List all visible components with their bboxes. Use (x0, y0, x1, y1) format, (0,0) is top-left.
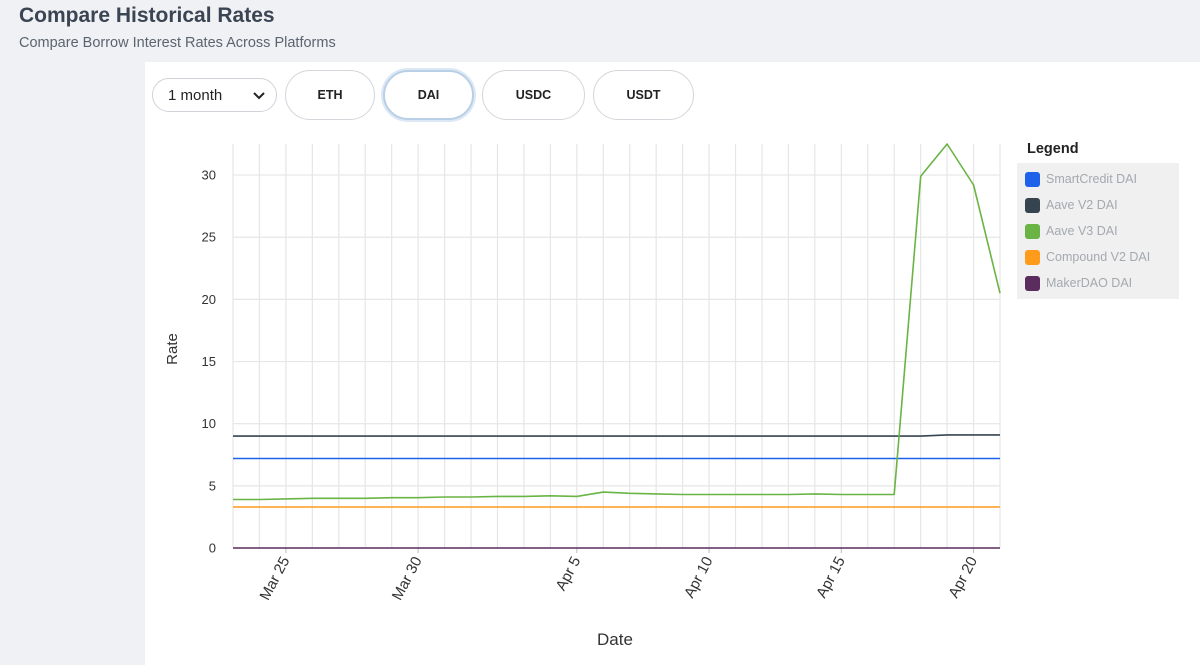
x-axis-ticks: Mar 25 Mar 30 Apr 5 Apr 10 Apr 15 Apr 20 (256, 548, 981, 603)
legend-item-aave-v2[interactable]: Aave V2 DAI (1025, 195, 1118, 215)
legend: SmartCredit DAI Aave V2 DAI Aave V3 DAI … (1017, 163, 1179, 299)
x-tick-label: Apr 5 (553, 554, 585, 594)
page-subtitle: Compare Borrow Interest Rates Across Pla… (19, 35, 336, 51)
x-tick-label: Mar 25 (256, 554, 293, 603)
legend-swatch (1025, 275, 1040, 291)
token-button-label: USDT (626, 88, 661, 102)
legend-item-aave-v3[interactable]: Aave V3 DAI (1025, 221, 1118, 241)
chart-panel: 0 5 10 15 20 25 30 Mar 25 Mar 30 Apr 5 Apr 10 Apr … (145, 62, 1200, 665)
legend-label: Aave V2 DAI (1046, 198, 1118, 212)
legend-item-makerdao[interactable]: MakerDAO DAI (1025, 273, 1132, 293)
x-tick-label: Apr 15 (813, 554, 849, 601)
y-axis-label: Rate (164, 333, 181, 365)
x-tick-label: Apr 20 (945, 554, 981, 601)
legend-item-compound-v2[interactable]: Compound V2 DAI (1025, 247, 1150, 267)
grid-lines (232, 144, 1001, 549)
x-axis-label: Date (597, 630, 633, 649)
token-button-usdc[interactable]: USDC (482, 70, 585, 120)
period-select-value: 1 month (168, 86, 223, 104)
legend-swatch (1025, 197, 1040, 213)
legend-label: SmartCredit DAI (1046, 172, 1137, 186)
legend-label: Compound V2 DAI (1046, 250, 1151, 264)
y-tick-label: 10 (202, 416, 216, 431)
legend-swatch (1025, 223, 1040, 239)
series-line-aave-v2-dai (233, 434, 1000, 437)
legend-item-smartcredit[interactable]: SmartCredit DAI (1025, 169, 1137, 189)
token-button-label: DAI (417, 88, 440, 102)
y-tick-label: 5 (209, 478, 216, 493)
series-line-aave-v3-dai (233, 143, 1001, 501)
x-tick-label: Apr 10 (681, 554, 717, 601)
period-select[interactable]: 1 month (152, 78, 277, 112)
legend-swatch (1025, 249, 1040, 265)
legend-label: MakerDAO DAI (1046, 276, 1133, 290)
token-button-label: USDC (515, 88, 552, 102)
series-lines (233, 143, 1001, 549)
y-tick-label: 25 (202, 230, 216, 245)
token-button-dai[interactable]: DAI (383, 70, 474, 120)
y-tick-label: 20 (202, 292, 216, 307)
y-tick-label: 15 (202, 354, 216, 369)
legend-label: Aave V3 DAI (1046, 224, 1118, 238)
chevron-down-icon (253, 92, 265, 100)
y-tick-label: 0 (209, 541, 216, 556)
token-button-eth[interactable]: ETH (285, 70, 375, 120)
page-title: Compare Historical Rates (19, 4, 275, 27)
x-tick-label: Mar 30 (389, 554, 426, 603)
legend-title: Legend (1027, 141, 1079, 157)
y-tick-label: 30 (202, 168, 216, 183)
token-button-usdt[interactable]: USDT (593, 70, 694, 120)
token-button-label: ETH (317, 88, 343, 102)
legend-swatch (1025, 171, 1040, 187)
y-axis-ticks: 0 5 10 15 20 25 30 (202, 168, 216, 556)
